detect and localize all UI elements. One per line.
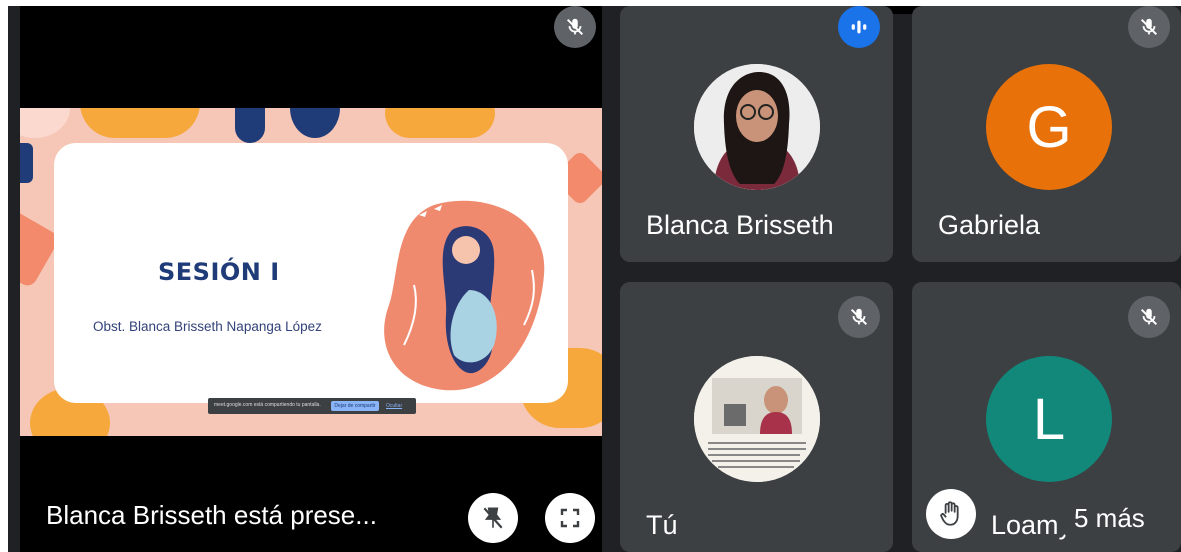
fullscreen-icon [560, 508, 580, 528]
slide-card: SESIÓN I Obst. Blanca Brisseth Napanga L… [54, 143, 568, 403]
avatar: L [986, 356, 1112, 482]
slide-shape [80, 108, 200, 138]
mic-off-icon [554, 6, 596, 48]
mic-off-icon [1128, 296, 1170, 338]
shared-slide: SESIÓN I Obst. Blanca Brisseth Napanga L… [20, 108, 602, 436]
slide-shape [290, 108, 340, 138]
slide-title: SESIÓN I [158, 258, 280, 286]
meeting-grid: SESIÓN I Obst. Blanca Brisseth Napanga L… [8, 6, 1181, 552]
presenter-label: Blanca Brisseth está prese... [46, 500, 377, 530]
slide-subtitle: Obst. Blanca Brisseth Napanga López [93, 319, 322, 334]
participant-tile[interactable]: Tú [620, 282, 893, 552]
unpin-icon [483, 507, 503, 529]
share-bar-text: meet.google.com está compartiendo tu pan… [214, 402, 321, 408]
hide-share-bar-link[interactable]: Ocultar [386, 401, 402, 411]
avatar: G [986, 64, 1112, 190]
raise-hand-icon [940, 501, 959, 526]
participant-tile[interactable]: G Gabriela [912, 6, 1181, 262]
participant-name: Blanca Brisseth [646, 210, 834, 240]
unpin-button[interactable] [468, 493, 518, 543]
audio-level-icon [838, 6, 880, 48]
mic-off-icon [838, 296, 880, 338]
avatar [694, 64, 820, 190]
slide-shape [385, 108, 495, 138]
stop-sharing-button[interactable]: Dejar de compartir [331, 401, 379, 411]
more-participants-label: 5 más [1074, 503, 1145, 533]
screen: SESIÓN I Obst. Blanca Brisseth Napanga L… [0, 0, 1181, 552]
presentation-tile[interactable]: SESIÓN I Obst. Blanca Brisseth Napanga L… [20, 6, 602, 552]
avatar [694, 356, 820, 482]
slide-shape [20, 108, 70, 138]
screen-share-bar: meet.google.com está compartiendo tu pan… [208, 398, 416, 414]
more-participants-button[interactable]: 5 más [1058, 494, 1176, 542]
participant-name: Tú [646, 510, 678, 540]
raise-hand-indicator [926, 489, 976, 539]
participant-name: Gabriela [938, 210, 1041, 240]
slide-shape [235, 108, 265, 143]
fullscreen-button[interactable] [545, 493, 595, 543]
mic-off-icon [1128, 6, 1170, 48]
pregnant-woman-illustration [384, 200, 545, 391]
participant-tile[interactable]: Blanca Brisseth [620, 6, 893, 262]
slide-shape [20, 143, 33, 183]
